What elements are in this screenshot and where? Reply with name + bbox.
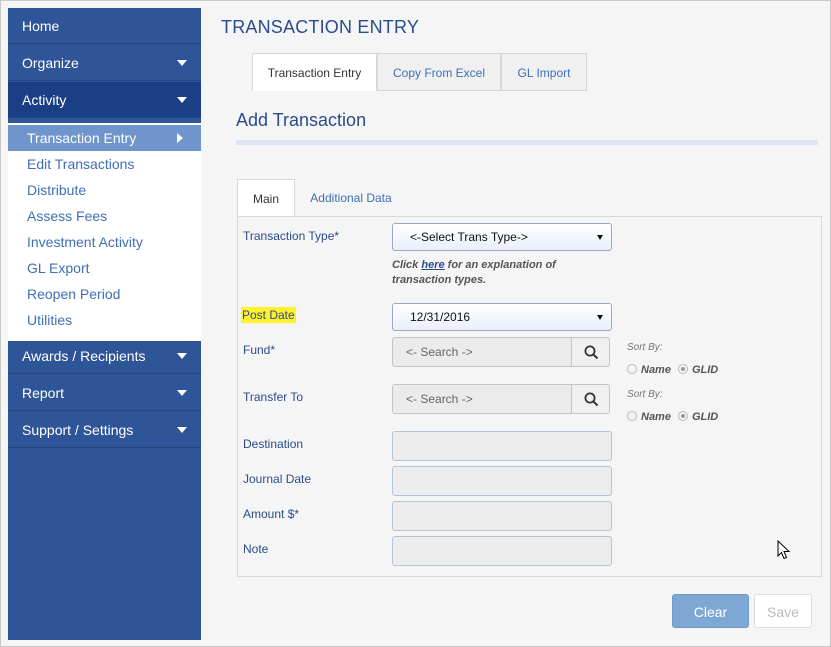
nav-awards-label: Awards / Recipients xyxy=(22,348,146,364)
nav-support-label: Support / Settings xyxy=(22,422,134,438)
nav-activity[interactable]: Activity xyxy=(8,82,201,118)
submenu-label: Edit Transactions xyxy=(27,156,135,172)
nav-awards-recipients[interactable]: Awards / Recipients xyxy=(8,338,201,374)
search-icon xyxy=(584,345,599,360)
nav-organize-label: Organize xyxy=(22,55,79,71)
submenu-label: GL Export xyxy=(27,260,90,276)
nav-organize[interactable]: Organize xyxy=(8,45,201,81)
clear-button[interactable]: Clear xyxy=(672,594,749,628)
tab-additional-data[interactable]: Additional Data xyxy=(301,179,401,217)
sort-glid-label: GLID xyxy=(691,411,719,423)
transfer-sort-name-radio[interactable] xyxy=(627,411,637,421)
post-date-select[interactable]: 12/31/2016 xyxy=(392,303,612,331)
note-field[interactable] xyxy=(392,536,612,566)
destination-field[interactable] xyxy=(392,431,612,461)
sort-name-label: Name xyxy=(641,364,671,376)
tab-main[interactable]: Main xyxy=(237,179,295,217)
note-label: Note xyxy=(243,542,269,556)
nav-activity-label: Activity xyxy=(22,92,67,108)
nav-report-label: Report xyxy=(22,385,65,401)
amount-field[interactable] xyxy=(392,501,612,531)
save-button[interactable]: Save xyxy=(754,594,812,628)
page-title: TRANSACTION ENTRY xyxy=(221,17,420,37)
nav-home[interactable]: Home xyxy=(8,8,201,44)
submenu-label: Transaction Entry xyxy=(27,130,137,146)
help-prefix: Click xyxy=(392,259,422,271)
fund-sort-options: Name GLID xyxy=(627,364,718,376)
transfer-to-search-button[interactable] xyxy=(571,384,610,414)
sort-name-label: Name xyxy=(641,411,671,423)
nav-home-label: Home xyxy=(22,18,60,34)
submenu-investment-activity[interactable]: Investment Activity xyxy=(8,229,201,255)
transaction-type-select[interactable]: <-Select Trans Type-> xyxy=(392,223,612,251)
chevron-down-icon xyxy=(177,427,187,433)
transaction-type-help: Click here for an explanation of transac… xyxy=(392,258,592,288)
search-icon xyxy=(584,392,599,407)
submenu-label: Reopen Period xyxy=(27,286,121,302)
section-title: Add Transaction xyxy=(236,110,367,130)
post-date-value: 12/31/2016 xyxy=(410,310,471,324)
submenu-label: Utilities xyxy=(27,312,73,328)
nav-support-settings[interactable]: Support / Settings xyxy=(8,412,201,448)
tab-gl-import[interactable]: GL Import xyxy=(501,53,587,91)
submenu-reopen-period[interactable]: Reopen Period xyxy=(8,281,201,307)
transfer-sort-options: Name GLID xyxy=(627,411,718,423)
sidebar: Home Organize Activity Transaction Entry… xyxy=(8,8,201,640)
fund-search-button[interactable] xyxy=(571,337,610,367)
submenu-assess-fees[interactable]: Assess Fees xyxy=(8,203,201,229)
journal-date-field[interactable] xyxy=(392,466,612,496)
submenu-distribute[interactable]: Distribute xyxy=(8,177,201,203)
submenu-gl-export[interactable]: GL Export xyxy=(8,255,201,281)
submenu-label: Investment Activity xyxy=(27,234,143,250)
submenu-utilities[interactable]: Utilities xyxy=(8,307,201,333)
transfer-sort-by-label: Sort By: xyxy=(627,389,663,400)
tab-transaction-entry[interactable]: Transaction Entry xyxy=(252,53,377,91)
fund-search-input[interactable]: <- Search -> xyxy=(392,337,572,367)
transfer-to-label: Transfer To xyxy=(243,390,304,404)
nav-report[interactable]: Report xyxy=(8,375,201,411)
submenu-label: Distribute xyxy=(27,182,87,198)
mouse-cursor-icon xyxy=(777,540,791,560)
fund-sort-name-radio[interactable] xyxy=(627,364,637,374)
submenu-transaction-entry[interactable]: Transaction Entry xyxy=(8,125,201,151)
chevron-down-icon xyxy=(177,60,187,66)
activity-submenu: Transaction Entry Edit Transactions Dist… xyxy=(8,123,201,341)
chevron-down-icon xyxy=(177,390,187,396)
chevron-down-icon xyxy=(177,97,187,103)
caret-down-icon xyxy=(597,315,603,320)
app-window: Home Organize Activity Transaction Entry… xyxy=(0,0,831,647)
destination-label: Destination xyxy=(243,437,304,451)
journal-date-label: Journal Date xyxy=(243,472,312,486)
fund-sort-by-label: Sort By: xyxy=(627,342,663,353)
transaction-type-label: Transaction Type* xyxy=(243,229,340,243)
post-date-label: Post Date xyxy=(241,307,296,323)
submenu-label: Assess Fees xyxy=(27,208,108,224)
sort-glid-label: GLID xyxy=(691,364,719,376)
fund-sort-glid-radio[interactable] xyxy=(677,364,688,374)
transaction-type-value: <-Select Trans Type-> xyxy=(410,230,528,244)
chevron-down-icon xyxy=(177,353,187,359)
transfer-to-search: <- Search -> xyxy=(392,384,610,414)
fund-search: <- Search -> xyxy=(392,337,610,367)
submenu-edit-transactions[interactable]: Edit Transactions xyxy=(8,151,201,177)
fund-label: Fund* xyxy=(243,343,276,357)
main-content: TRANSACTION ENTRY Transaction Entry Copy… xyxy=(201,2,830,646)
caret-down-icon xyxy=(597,235,603,240)
chevron-right-icon xyxy=(177,133,183,143)
section-divider xyxy=(236,140,818,145)
amount-label: Amount $* xyxy=(243,507,300,521)
help-link[interactable]: here xyxy=(421,259,444,271)
tab-copy-from-excel[interactable]: Copy From Excel xyxy=(377,53,501,91)
transfer-sort-glid-radio[interactable] xyxy=(677,411,688,421)
transfer-to-search-input[interactable]: <- Search -> xyxy=(392,384,572,414)
